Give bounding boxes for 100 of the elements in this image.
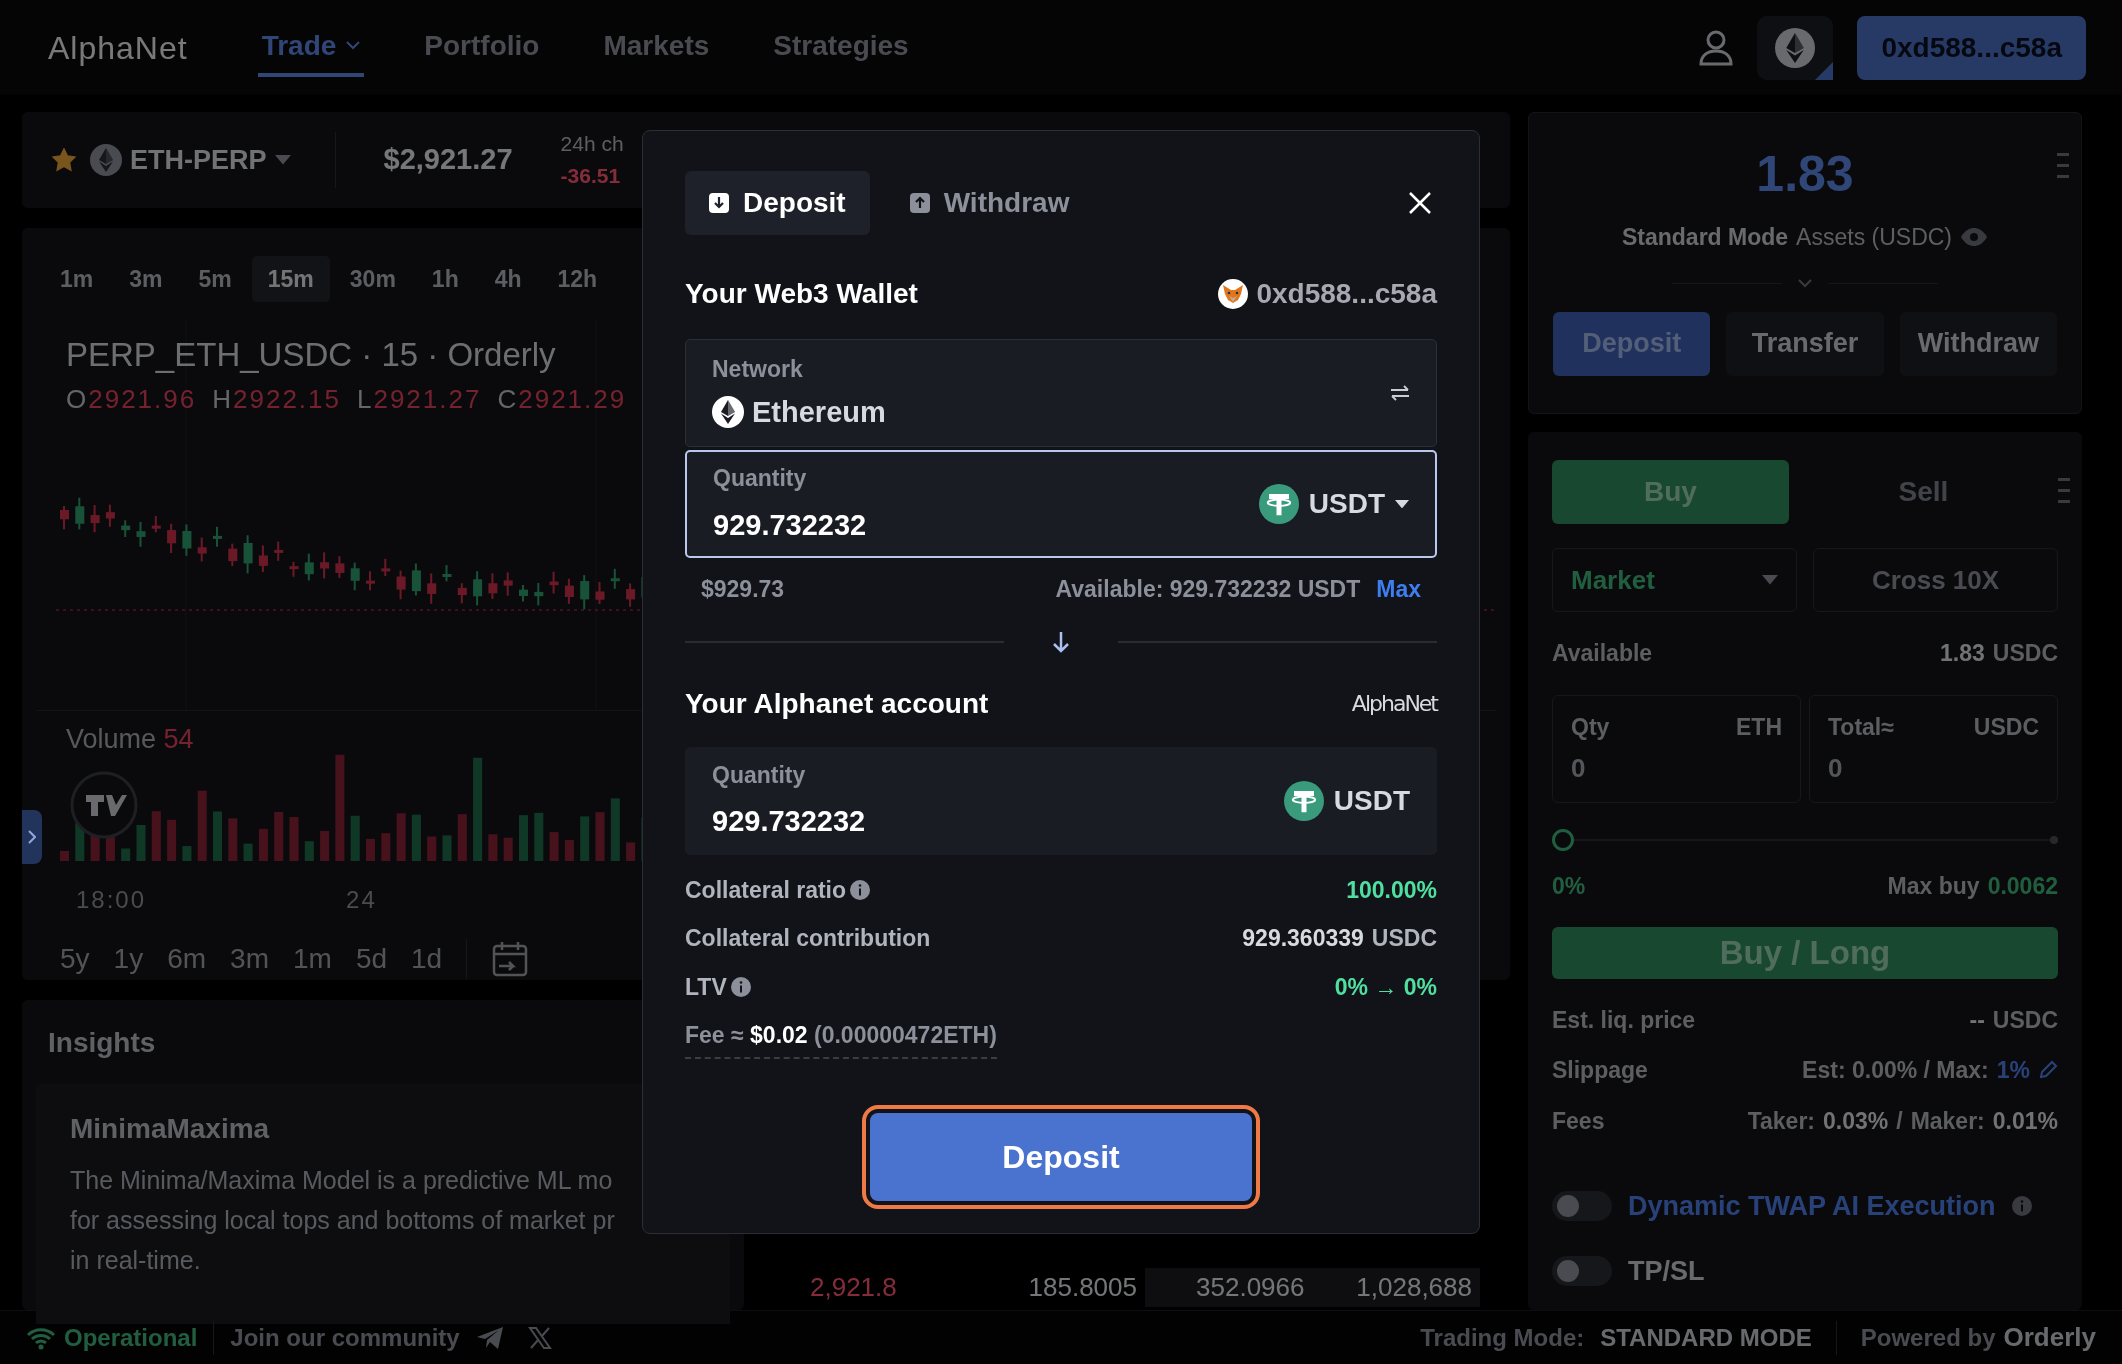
margin-mode-button[interactable]: Cross 10X xyxy=(1813,548,2058,612)
value-text: Taker: xyxy=(1747,1106,1815,1136)
star-icon[interactable] xyxy=(52,147,76,172)
wallet-address-button[interactable]: 0xd588...c58a xyxy=(1857,15,2086,80)
trading-mode-label: Trading Mode: xyxy=(1420,1322,1585,1353)
value-link[interactable]: 1% xyxy=(1996,1053,2030,1088)
brand-logo: AlphaNet xyxy=(1351,690,1437,718)
change-value: -36.51 xyxy=(560,162,622,189)
order-type-dropdown[interactable]: Market xyxy=(1552,548,1797,612)
value-text: 0.03% xyxy=(1823,1106,1889,1136)
timeframe-tab[interactable]: 12h xyxy=(541,255,614,302)
nav-tab[interactable]: Markets xyxy=(599,18,714,77)
time-label: 24 xyxy=(346,885,377,915)
range-button[interactable]: 5d xyxy=(355,938,388,980)
usd-value: $929.73 xyxy=(701,575,785,604)
modal-tab[interactable]: Deposit xyxy=(685,171,870,235)
detail-label: Collateral ratio xyxy=(685,875,847,905)
max-link[interactable]: Max xyxy=(1376,572,1421,607)
account-button[interactable]: Transfer xyxy=(1726,311,1884,376)
caret-icon xyxy=(274,154,291,165)
menu-icon[interactable] xyxy=(2057,153,2069,179)
timeframe-tab[interactable]: 5m xyxy=(182,255,248,302)
ethereum-icon xyxy=(1775,27,1816,68)
description-text: The Minima/Maxima Model is a predictive ML mo for assessing local tops and bottoms of market pr in real-time. xyxy=(70,1165,615,1276)
table-cell: 1,028,688 xyxy=(1312,1267,1480,1307)
mode-label: Standard Mode xyxy=(1622,223,1789,252)
token-name: USDT xyxy=(1333,783,1410,818)
value-text: -- xyxy=(1969,1005,1985,1035)
swap-icon xyxy=(1390,385,1410,401)
unit-label: USDC xyxy=(1992,639,2058,668)
quantity-input-field[interactable]: Quantity 929.732232 USDT xyxy=(685,450,1437,558)
table-cell-text: 2,921.8 xyxy=(810,1270,898,1304)
brand-logo[interactable]: Orderly xyxy=(2003,1318,2096,1357)
calendar-icon[interactable] xyxy=(491,940,530,978)
range-button[interactable]: 6m xyxy=(167,938,207,980)
submit-order-button[interactable]: Buy / Long xyxy=(1552,927,2058,979)
pencil-icon[interactable] xyxy=(2038,1060,2058,1081)
value-text: / xyxy=(1896,1106,1903,1136)
value-text: 0.01% xyxy=(1992,1106,2058,1136)
range-button[interactable]: 1y xyxy=(113,938,144,980)
change-label: 24h ch xyxy=(560,131,624,158)
toggle-switch[interactable] xyxy=(1552,1191,1612,1222)
user-icon[interactable] xyxy=(1699,29,1734,66)
nav-tab[interactable]: Portfolio xyxy=(420,18,544,77)
tether-icon xyxy=(1258,484,1299,524)
timeframe-tab[interactable]: 1m xyxy=(44,255,110,302)
order-input-box[interactable]: Qty ETH 0 xyxy=(1552,694,1801,803)
timeframe-tab[interactable]: 15m xyxy=(251,255,330,302)
tradingview-logo-icon[interactable] xyxy=(70,771,138,839)
field-label: Quantity xyxy=(713,464,808,493)
table-cell-text: 185.8005 xyxy=(1027,1270,1138,1304)
balance-value: 1.83 xyxy=(1756,145,1854,204)
section-title: Your Web3 Wallet xyxy=(685,277,918,311)
toggle-switch[interactable] xyxy=(1552,1255,1612,1286)
section-title: Your Alphanet account xyxy=(685,686,989,721)
ohlc-value: O2921.96 xyxy=(66,382,197,416)
wallet-address: 0xd588...c58a xyxy=(1256,277,1437,311)
timeframe-tab[interactable]: 3m xyxy=(113,255,179,302)
timeframe-tab[interactable]: 4h xyxy=(478,255,538,302)
eye-icon[interactable] xyxy=(1960,227,1988,248)
network-selector[interactable]: Network Ethereum xyxy=(685,339,1437,447)
timeframe-tab[interactable]: 30m xyxy=(333,255,412,302)
menu-icon[interactable] xyxy=(2058,478,2070,504)
range-button[interactable]: 1d xyxy=(411,938,443,980)
order-input-field[interactable]: 0 xyxy=(1571,748,1782,788)
network-button[interactable] xyxy=(1757,15,1834,80)
corner-triangle-icon xyxy=(1815,61,1834,80)
network-name: Ethereum xyxy=(752,394,886,430)
nav-tab[interactable]: Strategies xyxy=(769,18,913,77)
order-input-field[interactable]: 0 xyxy=(1828,748,2039,788)
ethereum-icon xyxy=(90,143,122,176)
max-buy-value: 0.0062 xyxy=(1987,871,2058,901)
nav-tab[interactable]: Trade xyxy=(257,18,365,77)
paper-plane-icon[interactable] xyxy=(475,1325,504,1350)
account-button[interactable]: Withdraw xyxy=(1899,311,2057,376)
logo[interactable]: AlphaNet xyxy=(48,23,188,72)
info-label: Est. liq. price xyxy=(1552,1005,1696,1035)
x-icon[interactable] xyxy=(527,1325,552,1350)
field-label: Total≈ xyxy=(1828,712,1894,742)
unit-label: USDC xyxy=(1973,712,2039,742)
panel-expand-handle[interactable] xyxy=(22,810,42,864)
field-label: Network xyxy=(712,355,804,384)
community-label: Join our community xyxy=(230,1322,460,1353)
toggle-label[interactable]: Dynamic TWAP AI Execution xyxy=(1628,1186,1996,1227)
wifi-icon xyxy=(26,1325,56,1350)
max-buy-label: Max buy xyxy=(1887,871,1980,901)
range-button[interactable]: 5y xyxy=(60,938,90,980)
modal-tab[interactable]: Withdraw xyxy=(885,171,1094,235)
value-text: Est: 0.00% / Max: xyxy=(1802,1056,1989,1085)
caret-icon xyxy=(1762,575,1778,585)
side-tab[interactable]: Buy xyxy=(1552,460,1789,524)
order-input-box[interactable]: Total≈ USDC 0 xyxy=(1809,694,2058,803)
time-label: 18:00 xyxy=(76,885,147,915)
market-selector[interactable]: ETH-PERP xyxy=(90,139,291,180)
caret-icon xyxy=(1395,499,1409,509)
range-button[interactable]: 3m xyxy=(230,938,269,980)
range-button[interactable]: 1m xyxy=(292,938,332,980)
token-dropdown[interactable]: USDT xyxy=(1258,483,1409,525)
timeframe-tab[interactable]: 1h xyxy=(415,255,475,302)
side-tab[interactable]: Sell xyxy=(1805,460,2042,524)
